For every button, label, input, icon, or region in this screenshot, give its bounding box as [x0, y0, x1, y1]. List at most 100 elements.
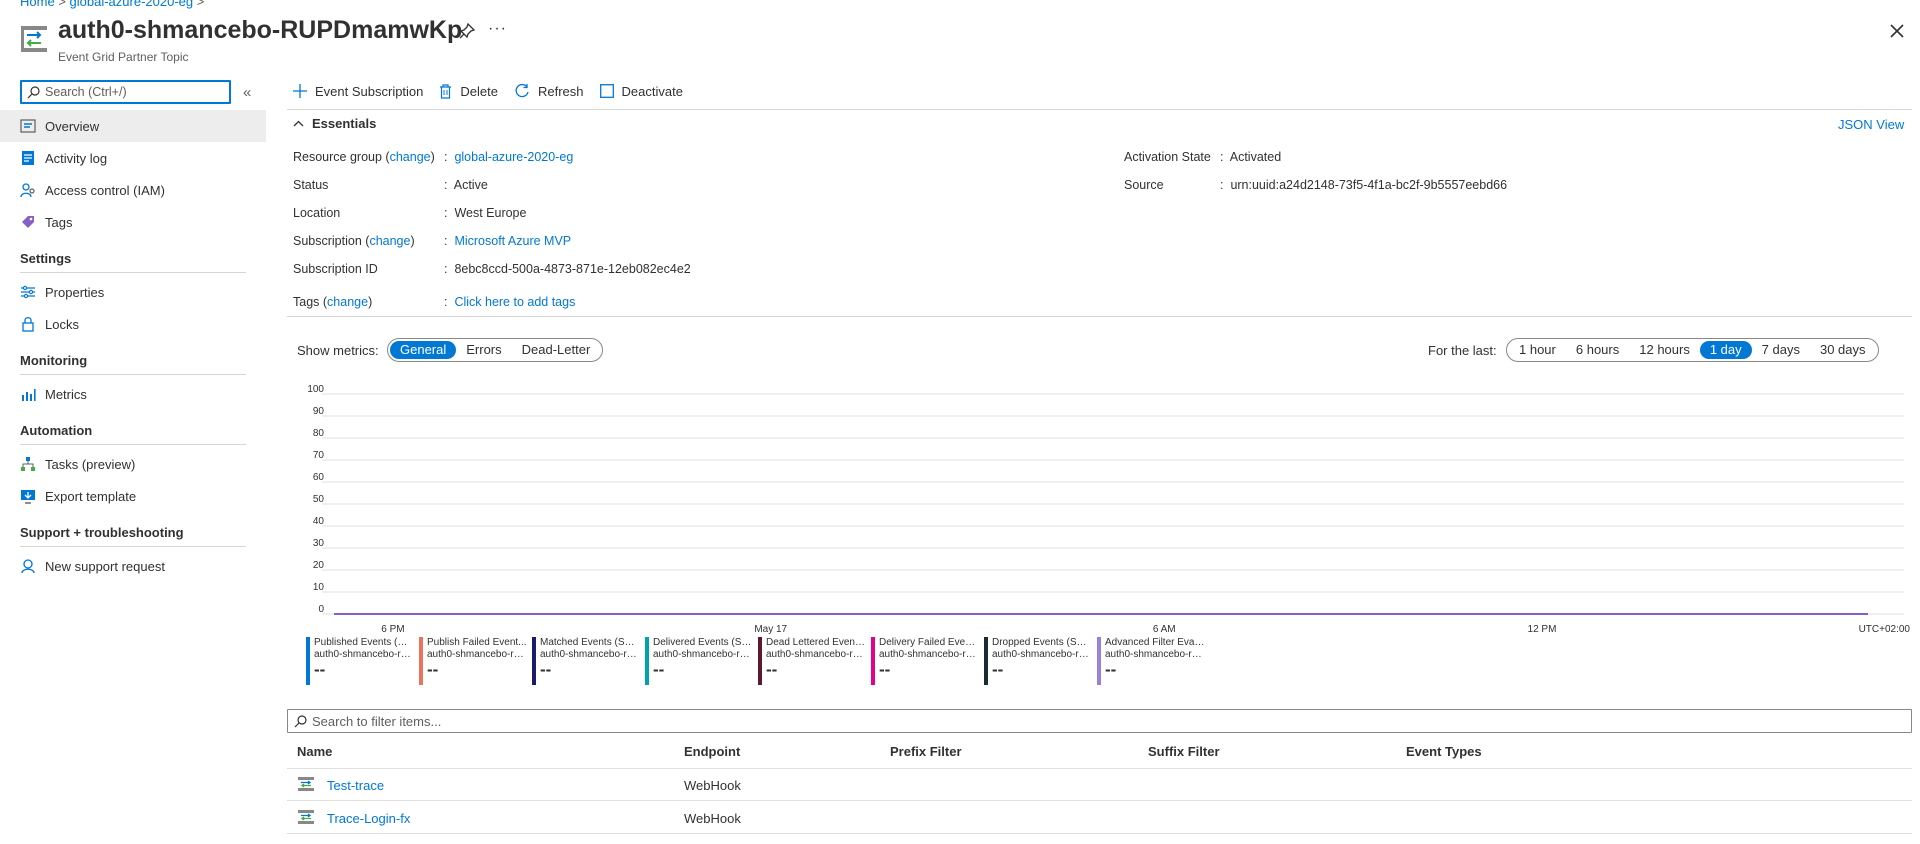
- legend-item[interactable]: Delivered Events (Sum) auth0-shmancebo-ru…: [645, 637, 758, 685]
- sidebar-search-input[interactable]: [45, 83, 225, 101]
- column-header-suffix-filter[interactable]: Suffix Filter: [1148, 744, 1220, 759]
- table-row[interactable]: Trace-Login-fx WebHook: [287, 802, 1912, 834]
- subscription-name-link[interactable]: Trace-Login-fx: [327, 811, 410, 826]
- json-view-link[interactable]: JSON View: [1838, 117, 1904, 132]
- legend-item[interactable]: Advanced Filter Eval... auth0-shmancebo-r…: [1097, 637, 1210, 685]
- table-row[interactable]: Test-trace WebHook: [287, 769, 1912, 801]
- lock-icon: [22, 317, 34, 332]
- tab-general[interactable]: General: [390, 341, 457, 359]
- legend-item[interactable]: Published Events (Sum) auth0-shmancebo-ru…: [306, 637, 419, 685]
- source-text: urn:uuid:a24d2148-73f5-4f1a-bc2f-9b5557e…: [1230, 178, 1508, 192]
- sidebar-item-activity-log[interactable]: Activity log: [0, 142, 266, 174]
- legend-item[interactable]: Dropped Events (Sum)auth0-shmancebo-rupd…: [984, 637, 1097, 685]
- range-7-days[interactable]: 7 days: [1752, 341, 1810, 359]
- resource-group-link[interactable]: global-azure-2020-eg: [454, 150, 573, 164]
- deactivate-button[interactable]: Deactivate: [599, 84, 683, 99]
- change-resource-group-link[interactable]: change: [390, 150, 431, 164]
- legend-resource-name: auth0-shmancebo-rupd...: [653, 649, 753, 660]
- sidebar-item-label: Metrics: [45, 386, 87, 402]
- sidebar-item-overview[interactable]: Overview: [0, 110, 266, 142]
- y-tick-label: 90: [313, 406, 325, 417]
- event-subscription-button[interactable]: Event Subscription: [293, 84, 423, 99]
- legend-item[interactable]: Dead Lettered Events... auth0-shmancebo-r…: [758, 637, 871, 685]
- event-subscription-label: Event Subscription: [315, 83, 424, 99]
- legend-value: --: [992, 660, 1004, 679]
- legend-metric-name: Delivered Events (Sum): [653, 637, 753, 648]
- legend-metric-name: Dropped Events (Sum): [992, 637, 1092, 648]
- delete-label: Delete: [460, 83, 498, 99]
- y-tick-label: 60: [313, 472, 325, 483]
- range-6-hours[interactable]: 6 hours: [1566, 341, 1629, 359]
- legend-metric-name: Published Events (Sum): [314, 637, 414, 648]
- range-30-days[interactable]: 30 days: [1810, 341, 1876, 359]
- location-text: West Europe: [454, 206, 527, 220]
- prop-label: Tags: [293, 295, 320, 309]
- collapse-sidebar-icon[interactable]: «: [243, 84, 251, 101]
- sidebar-item-iam[interactable]: Access control (IAM): [0, 174, 266, 206]
- sidebar-item-label: Tasks (preview): [45, 456, 136, 472]
- sidebar-item-new-support-request[interactable]: New support request: [0, 550, 266, 582]
- range-1-day[interactable]: 1 day: [1699, 341, 1752, 359]
- y-tick-label: 30: [313, 538, 325, 549]
- support-icon: [21, 559, 35, 574]
- add-tags-link[interactable]: Click here to add tags: [454, 295, 575, 309]
- sidebar-item-locks[interactable]: Locks: [0, 308, 266, 340]
- prop-label: Resource group: [293, 150, 382, 164]
- timezone-label: UTC+02:00: [1859, 624, 1911, 634]
- search-icon: [27, 86, 40, 99]
- subscription-value: : Microsoft Azure MVP: [444, 234, 571, 248]
- sidebar-item-tasks[interactable]: Tasks (preview): [0, 448, 266, 480]
- sidebar-nav: Overview Activity log Access control (IA…: [0, 110, 266, 582]
- close-icon[interactable]: [1888, 22, 1906, 40]
- change-subscription-link[interactable]: change: [369, 234, 410, 248]
- sidebar-item-label: Export template: [45, 488, 137, 504]
- legend-item[interactable]: Publish Failed Event... auth0-shmancebo-r…: [419, 637, 532, 685]
- range-12-hours[interactable]: 12 hours: [1629, 341, 1700, 359]
- tab-dead-letter[interactable]: Dead-Letter: [512, 341, 601, 359]
- sidebar-section-automation: Automation: [0, 410, 266, 445]
- subscription-id-label: Subscription ID: [293, 262, 378, 276]
- sidebar-item-properties[interactable]: Properties: [0, 276, 266, 308]
- filter-box[interactable]: [287, 709, 1912, 733]
- command-bar: Event Subscription Delete Refresh Deacti…: [293, 78, 699, 104]
- more-options-icon[interactable]: ···: [488, 20, 507, 38]
- legend-value: --: [1105, 660, 1117, 679]
- x-tick-label: 6 AM: [1153, 624, 1176, 634]
- filter-input[interactable]: [312, 713, 1812, 730]
- sidebar-item-export-template[interactable]: Export template: [0, 480, 266, 512]
- change-tags-link[interactable]: change: [327, 295, 368, 309]
- metrics-tab-group: General Errors Dead-Letter: [387, 338, 604, 362]
- tag-icon: [22, 216, 34, 228]
- legend-resource-name: auth0-shmancebo-rupd...: [879, 649, 979, 660]
- column-header-event-types[interactable]: Event Types: [1406, 744, 1482, 759]
- y-tick-label: 20: [313, 560, 325, 571]
- range-1-hour[interactable]: 1 hour: [1509, 341, 1566, 359]
- tab-errors[interactable]: Errors: [456, 341, 511, 359]
- column-header-name[interactable]: Name: [297, 744, 332, 759]
- column-header-endpoint[interactable]: Endpoint: [684, 744, 740, 759]
- pin-icon[interactable]: [458, 22, 476, 40]
- resource-group-value: : global-azure-2020-eg: [444, 150, 573, 164]
- subscription-link[interactable]: Microsoft Azure MVP: [454, 234, 571, 248]
- delete-button[interactable]: Delete: [439, 84, 498, 99]
- page-header: auth0-shmancebo-RUPDmamwKp Event Grid Pa…: [0, 0, 1920, 80]
- sidebar-search[interactable]: [20, 80, 231, 104]
- tags-value: : Click here to add tags: [444, 295, 575, 309]
- tasks-icon: [21, 457, 35, 471]
- prop-separator: :: [444, 234, 448, 248]
- column-header-prefix-filter[interactable]: Prefix Filter: [890, 744, 962, 759]
- y-tick-label: 70: [313, 450, 325, 461]
- source-value: : urn:uuid:a24d2148-73f5-4f1a-bc2f-9b555…: [1220, 178, 1507, 192]
- essentials-toggle[interactable]: Essentials: [293, 116, 376, 131]
- subscription-name-link[interactable]: Test-trace: [327, 778, 384, 793]
- divider: [287, 109, 1912, 110]
- sidebar-item-tags[interactable]: Tags: [0, 206, 266, 238]
- sidebar-section-settings: Settings: [0, 238, 266, 273]
- refresh-button[interactable]: Refresh: [514, 83, 584, 99]
- refresh-label: Refresh: [537, 83, 584, 99]
- event-subscription-icon: [298, 777, 314, 791]
- legend-item[interactable]: Matched Events (Sum)auth0-shmancebo-rupd…: [532, 637, 645, 685]
- legend-resource-name: auth0-shmancebo-rupd...: [992, 649, 1092, 660]
- sidebar-item-metrics[interactable]: Metrics: [0, 378, 266, 410]
- legend-item[interactable]: Delivery Failed Even... auth0-shmancebo-r…: [871, 637, 984, 685]
